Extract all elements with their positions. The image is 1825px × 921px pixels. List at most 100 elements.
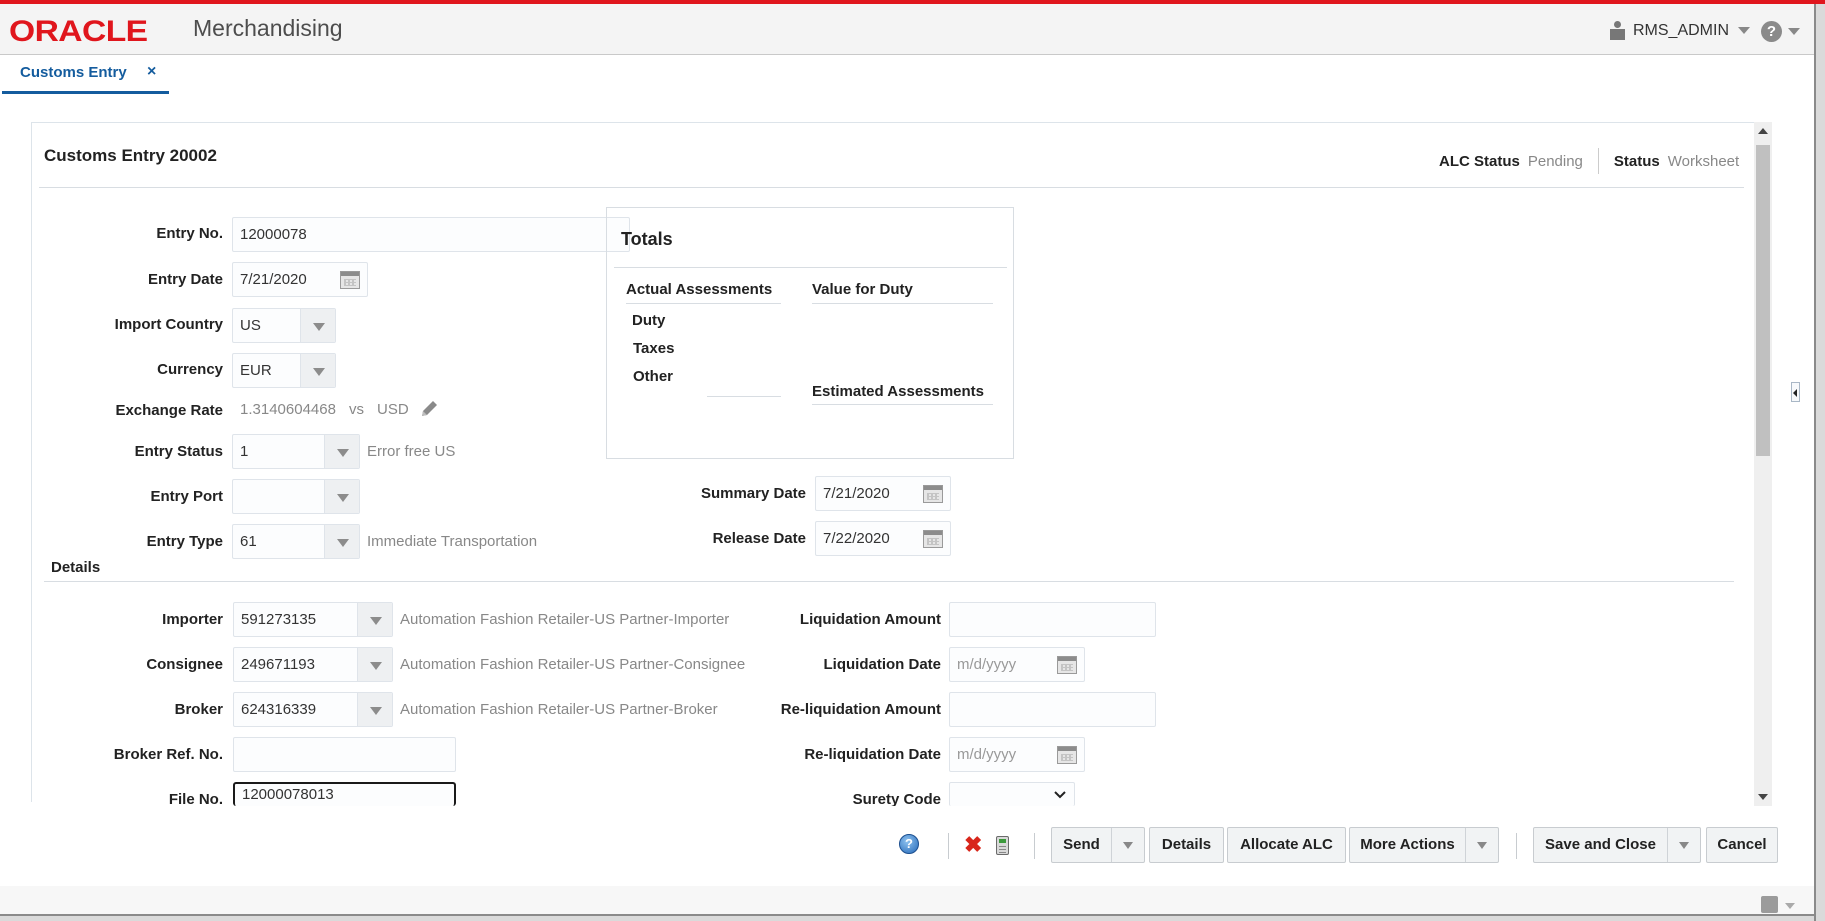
send-dropdown-icon[interactable]	[1111, 828, 1144, 862]
currency-select[interactable]: EUR	[232, 353, 336, 388]
entry-type-label: Entry Type	[146, 533, 223, 550]
actual-assessments-label: Actual Assessments	[626, 281, 773, 298]
liquidation-amount-input[interactable]	[949, 602, 1156, 637]
consignee-select[interactable]: 249671193	[233, 647, 393, 682]
broker-description: Automation Fashion Retailer-US Partner-B…	[400, 701, 718, 718]
chevron-down-icon[interactable]	[1785, 903, 1795, 909]
cancel-button[interactable]: Cancel	[1706, 827, 1778, 863]
entry-port-label: Entry Port	[150, 488, 223, 505]
status-divider	[1597, 148, 1599, 174]
user-icon	[1610, 21, 1625, 40]
toolbar-separator	[1034, 833, 1035, 859]
entry-status-description: Error free US	[367, 443, 456, 460]
reliquidation-amount-input[interactable]	[949, 692, 1156, 727]
scroll-thumb[interactable]	[1756, 145, 1770, 456]
user-menu[interactable]: RMS_ADMIN	[1610, 21, 1751, 40]
toolbar-separator	[1516, 833, 1517, 859]
entry-status-label: Entry Status	[134, 443, 223, 460]
currency-value: EUR	[240, 362, 272, 379]
calendar-icon[interactable]	[1057, 746, 1077, 764]
help-icon[interactable]: ?	[899, 834, 919, 854]
scroll-up-icon[interactable]	[1758, 128, 1768, 134]
broker-select[interactable]: 624316339	[233, 692, 393, 727]
calculator-icon[interactable]	[996, 836, 1009, 855]
chevron-down-icon	[1738, 27, 1751, 34]
reliquidation-amount-label: Re-liquidation Amount	[780, 701, 941, 718]
dropdown-arrow-icon[interactable]	[324, 435, 359, 468]
reliquidation-date-placeholder: m/d/yyyy	[957, 746, 1017, 763]
dropdown-arrow-icon[interactable]	[357, 648, 392, 681]
status-bar	[0, 886, 1814, 914]
consignee-description: Automation Fashion Retailer-US Partner-C…	[400, 656, 746, 673]
duty-label: Duty	[632, 312, 666, 329]
more-actions-dropdown-icon[interactable]	[1465, 828, 1498, 862]
broker-ref-no-input[interactable]	[233, 737, 456, 772]
entry-type-select[interactable]: 61	[232, 524, 360, 559]
exchange-rate-label: Exchange Rate	[115, 402, 223, 419]
import-country-value: US	[240, 317, 261, 334]
allocate-alc-button[interactable]: Allocate ALC	[1227, 827, 1346, 863]
estimated-assessments-rule	[812, 404, 993, 405]
page-status-area: ALC Status Pending Status Worksheet	[1439, 148, 1739, 174]
liquidation-amount-label: Liquidation Amount	[799, 611, 941, 628]
window-edge	[0, 914, 1814, 921]
actual-total-rule	[707, 396, 781, 397]
totals-panel: Totals Actual Assessments Duty Taxes Oth…	[606, 207, 1014, 459]
summary-date-input[interactable]: 7/21/2020	[815, 476, 951, 511]
collapse-pane-icon[interactable]	[1791, 382, 1800, 402]
delete-x-icon[interactable]: ✖	[964, 834, 982, 856]
help-menu[interactable]: ?	[1761, 21, 1800, 42]
edit-pencil-icon[interactable]	[418, 398, 440, 420]
estimated-assessments-label: Estimated Assessments	[812, 383, 985, 400]
details-button[interactable]: Details	[1149, 827, 1224, 863]
liquidation-date-input[interactable]: m/d/yyyy	[949, 647, 1085, 682]
reliquidation-date-input[interactable]: m/d/yyyy	[949, 737, 1085, 772]
release-date-input[interactable]: 7/22/2020	[815, 521, 951, 556]
calendar-icon[interactable]	[340, 271, 360, 289]
entry-date-input[interactable]: 7/21/2020	[232, 262, 368, 297]
broker-value: 624316339	[241, 701, 317, 718]
importer-description: Automation Fashion Retailer-US Partner-I…	[400, 611, 730, 628]
alc-status-label: ALC Status	[1439, 152, 1520, 170]
entry-status-select[interactable]: 1	[232, 434, 360, 469]
close-tab-icon[interactable]: ×	[147, 63, 156, 81]
dropdown-arrow-icon[interactable]	[300, 354, 335, 387]
accessibility-icon[interactable]	[1761, 896, 1778, 913]
file-no-input[interactable]: 12000078013	[233, 782, 456, 806]
entry-no-input[interactable]: 12000078	[232, 217, 630, 252]
calendar-icon[interactable]	[923, 485, 943, 503]
actual-assessments-rule	[626, 303, 781, 304]
import-country-label: Import Country	[114, 316, 223, 333]
entry-type-description: Immediate Transportation	[367, 533, 538, 550]
dropdown-arrow-icon[interactable]	[324, 480, 359, 513]
currency-label: Currency	[157, 361, 223, 378]
summary-date-label: Summary Date	[700, 485, 806, 502]
dropdown-arrow-icon[interactable]	[300, 309, 335, 342]
scroll-down-icon[interactable]	[1758, 794, 1768, 800]
vertical-scrollbar[interactable]	[1754, 122, 1772, 806]
send-label: Send	[1063, 836, 1100, 853]
app-name: Merchandising	[193, 15, 343, 41]
exchange-rate-vs: vs	[349, 401, 364, 418]
surety-code-select[interactable]	[949, 782, 1075, 806]
entry-date-value: 7/21/2020	[240, 271, 307, 288]
save-and-close-dropdown-icon[interactable]	[1667, 828, 1700, 862]
dropdown-arrow-icon[interactable]	[357, 603, 392, 636]
more-actions-button[interactable]: More Actions	[1349, 827, 1499, 863]
status-value: Worksheet	[1667, 152, 1740, 170]
user-name: RMS_ADMIN	[1633, 21, 1730, 39]
send-button[interactable]: Send	[1051, 827, 1145, 863]
chevron-down-icon	[1054, 791, 1066, 799]
calendar-icon[interactable]	[923, 530, 943, 548]
entry-port-select[interactable]	[232, 479, 360, 514]
calendar-icon[interactable]	[1057, 656, 1077, 674]
tab-customs-entry[interactable]: Customs Entry ×	[2, 56, 169, 94]
reliquidation-date-label: Re-liquidation Date	[804, 746, 941, 763]
dropdown-arrow-icon[interactable]	[357, 693, 392, 726]
dropdown-arrow-icon[interactable]	[324, 525, 359, 558]
importer-select[interactable]: 591273135	[233, 602, 393, 637]
oracle-logo: ORACLE	[9, 15, 148, 48]
totals-title: Totals	[621, 229, 673, 249]
import-country-select[interactable]: US	[232, 308, 336, 343]
save-and-close-button[interactable]: Save and Close	[1533, 827, 1701, 863]
